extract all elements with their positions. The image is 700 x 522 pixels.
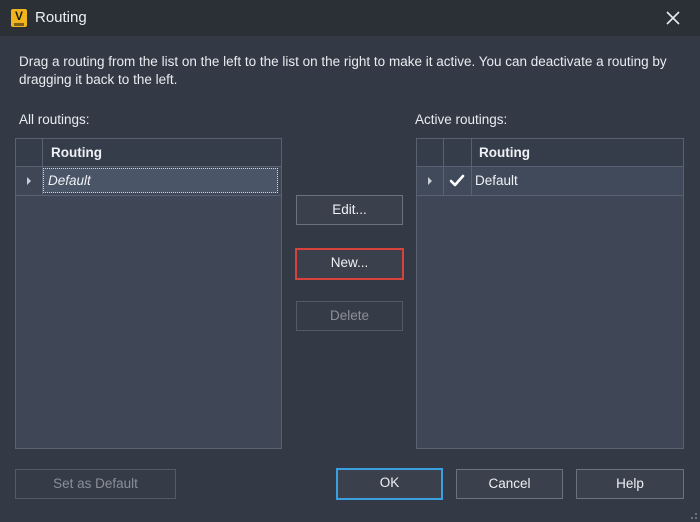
column-header-routing[interactable]: Routing [479, 139, 530, 166]
selected-cell[interactable]: Default [43, 168, 278, 193]
routing-name: Default [475, 173, 518, 188]
routing-name: Default [48, 173, 91, 188]
ok-button[interactable]: OK [336, 468, 443, 500]
help-button[interactable]: Help [576, 469, 684, 499]
all-routings-grid[interactable]: Routing Default [15, 138, 282, 449]
expand-arrow-icon[interactable] [428, 177, 432, 185]
grid-header: Routing [417, 139, 683, 167]
app-logo-icon: V [11, 9, 27, 27]
cancel-button[interactable]: Cancel [456, 469, 563, 499]
checkmark-icon[interactable] [449, 174, 465, 188]
table-row[interactable]: Default [417, 167, 683, 196]
close-icon [666, 11, 680, 25]
all-routings-label: All routings: [19, 112, 90, 127]
instructions-text: Drag a routing from the list on the left… [19, 54, 667, 87]
set-as-default-button[interactable]: Set as Default [15, 469, 176, 499]
active-routings-label: Active routings: [415, 112, 508, 127]
delete-button[interactable]: Delete [296, 301, 403, 331]
resize-grip-icon[interactable] [686, 508, 698, 520]
expand-arrow-icon[interactable] [27, 177, 31, 185]
column-header-routing[interactable]: Routing [51, 139, 102, 166]
new-button[interactable]: New... [295, 248, 404, 280]
grid-header: Routing [16, 139, 281, 167]
window-title: Routing [35, 9, 87, 26]
edit-button[interactable]: Edit... [296, 195, 403, 225]
active-routings-grid[interactable]: Routing Default [416, 138, 684, 449]
app-logo-letter: V [14, 9, 23, 23]
title-bar: V Routing [0, 0, 700, 36]
close-button[interactable] [658, 4, 688, 32]
table-row[interactable]: Default [16, 167, 281, 196]
